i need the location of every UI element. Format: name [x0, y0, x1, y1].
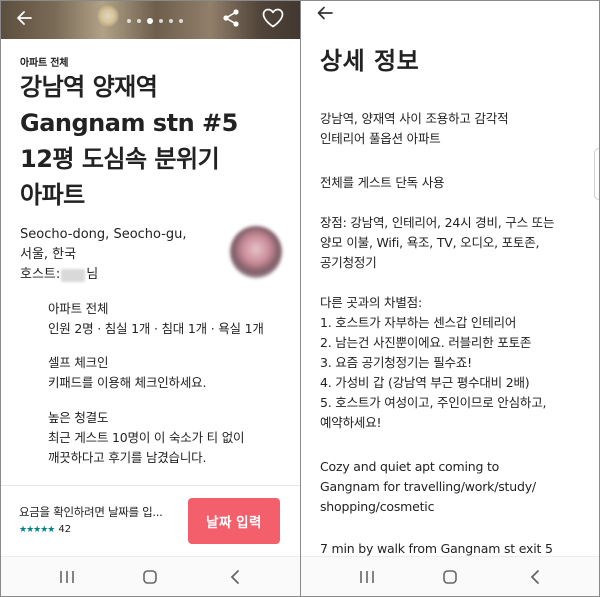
details-paragraph: 전체를 게스트 단독 사용 [320, 173, 590, 193]
gallery-dot[interactable] [159, 19, 163, 23]
details-line: 1. 호스트가 자부하는 센스갑 인테리어 [320, 315, 517, 330]
listing-title-line: 강남역 양재역 [20, 73, 158, 101]
nav-back-icon[interactable] [523, 566, 547, 588]
home-icon[interactable] [438, 566, 462, 588]
details-screen: 상세 정보 강남역, 양재역 사이 조용하고 감각적 인테리어 풀옵션 아파트 … [301, 1, 599, 596]
back-arrow-icon[interactable] [11, 5, 37, 31]
gallery-dot[interactable] [169, 19, 173, 23]
host-suffix: 님 [86, 267, 99, 282]
review-count: 42 [58, 524, 72, 535]
photo-gallery[interactable] [1, 1, 300, 39]
details-line: 다른 곳과의 차별점: [320, 295, 422, 310]
details-line: 예약하세요! [320, 415, 382, 430]
details-line: 3. 요즘 공기청정기는 필수죠! [320, 355, 472, 370]
recent-apps-icon[interactable] [355, 566, 379, 588]
details-line: 인테리어 풀옵션 아파트 [320, 131, 441, 146]
booking-bar: 요금을 확인하려면 날짜를 입... ★★★★★ 42 날짜 입력 [1, 485, 300, 557]
details-title: 상세 정보 [320, 47, 420, 75]
gallery-dot-active[interactable] [147, 18, 153, 24]
details-paragraph: 장점: 강남역, 인테리어, 24시 경비, 구스 또는 양모 이불, Wifi… [320, 213, 590, 273]
gallery-dot[interactable] [179, 19, 183, 23]
listing-title-line: 12평 도심속 분위기 [20, 145, 220, 173]
nav-back-icon[interactable] [223, 566, 247, 588]
details-line: 강남역, 양재역 사이 조용하고 감각적 [320, 111, 509, 126]
host-line[interactable]: 호스트: 님 [20, 265, 98, 285]
details-line: 2. 남는건 사진뿐이에요. 러블리한 포토존 [320, 335, 532, 350]
host-name-redacted [61, 268, 86, 282]
feature-desc: 키패드를 이용해 체크인하세요. [48, 375, 207, 390]
listing-title-line: Gangnam stn #5 [20, 109, 238, 137]
gallery-dot[interactable] [127, 19, 131, 23]
details-line: 장점: 강남역, 인테리어, 24시 경비, 구스 또는 [320, 215, 555, 230]
feature-desc: 인원 2명 · 침실 1개 · 침대 1개 · 욕실 1개 [48, 321, 264, 336]
details-line: 5. 호스트가 여성이고, 주인이므로 안심하고, [320, 395, 547, 410]
listing-screen: 아파트 전체 강남역 양재역 Gangnam stn #5 12평 도심속 분위… [1, 1, 300, 596]
rating[interactable]: ★★★★★ 42 [19, 524, 71, 535]
gallery-dot[interactable] [137, 19, 141, 23]
home-icon[interactable] [138, 566, 162, 588]
listing-title: 강남역 양재역 Gangnam stn #5 12평 도심속 분위기 아파트 [20, 69, 290, 213]
feature-desc: 최근 게스트 10명이 이 숙소가 티 없이 [48, 430, 245, 445]
location-line: Seocho-dong, Seocho-gu, [20, 227, 187, 242]
feature-title: 아파트 전체 [48, 301, 109, 316]
details-line: 4. 가성비 갑 (강남역 부근 평수대비 2배) [320, 375, 530, 390]
details-line: 공기청정기 [320, 255, 377, 270]
details-paragraph: 다른 곳과의 차별점: 1. 호스트가 자부하는 센스갑 인테리어 2. 남는건… [320, 293, 590, 433]
host-avatar[interactable] [230, 226, 282, 278]
details-line: 전체를 게스트 단독 사용 [320, 175, 445, 190]
details-line: 양모 이불, Wifi, 욕조, TV, 오디오, 포토존, [320, 235, 540, 250]
android-nav-bar [301, 556, 599, 596]
share-icon[interactable] [218, 5, 244, 31]
enter-dates-button[interactable]: 날짜 입력 [188, 498, 280, 544]
listing-location: Seocho-dong, Seocho-gu, 서울, 한국 [20, 225, 220, 265]
star-rating-icon: ★★★★★ [19, 524, 55, 535]
feature-title: 높은 청결도 [48, 410, 109, 425]
listing-type: 아파트 전체 [20, 58, 69, 69]
details-line: Gangnam for travelling/work/study/ [320, 479, 536, 494]
listing-title-line: 아파트 [20, 181, 85, 209]
android-nav-bar [1, 556, 300, 596]
price-hint[interactable]: 요금을 확인하려면 날짜를 입... [19, 504, 163, 520]
heart-icon[interactable] [260, 5, 286, 31]
details-paragraph: 강남역, 양재역 사이 조용하고 감각적 인테리어 풀옵션 아파트 [320, 109, 590, 149]
details-paragraph: Cozy and quiet apt coming to Gangnam for… [320, 457, 590, 517]
host-prefix: 호스트: [20, 267, 61, 282]
feature-title: 셀프 체크인 [48, 355, 109, 370]
details-line: shopping/cosmetic [320, 499, 435, 514]
details-line: Cozy and quiet apt coming to [320, 459, 500, 474]
location-line: 서울, 한국 [20, 247, 77, 262]
recent-apps-icon[interactable] [55, 566, 79, 588]
back-arrow-icon[interactable] [317, 3, 343, 23]
edge-panel-handle[interactable] [594, 148, 599, 200]
feature-desc: 깨끗하다고 후기를 남겼습니다. [48, 450, 207, 465]
gallery-dots [127, 18, 183, 24]
